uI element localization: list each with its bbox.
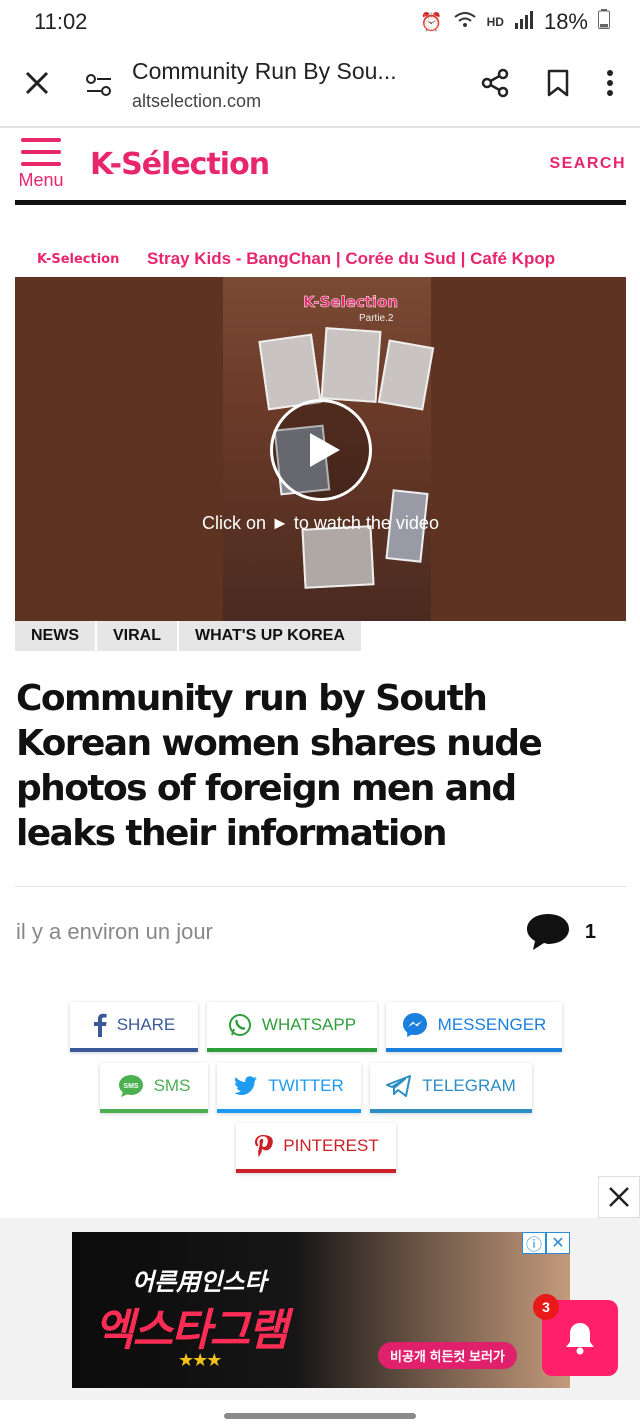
share-telegram-button[interactable]: TELEGRAM	[370, 1063, 532, 1113]
video-heading[interactable]: Stray Kids - BangChan | Corée du Sud | C…	[147, 249, 555, 269]
toolbar-actions	[480, 68, 640, 103]
page-info[interactable]: Community Run By Sou... altselection.com	[124, 58, 480, 112]
sms-icon: SMS	[118, 1075, 143, 1097]
ad-brand: 엑스타그램	[94, 1305, 288, 1356]
status-bar: 11:02 ⏰ HD 18%	[0, 0, 640, 44]
share-facebook-button[interactable]: SHARE	[70, 1002, 198, 1052]
ad-cta: 비공개 히든컷 보러가	[378, 1342, 517, 1369]
ad-close-button[interactable]	[598, 1176, 640, 1218]
share-messenger-button[interactable]: MESSENGER	[386, 1002, 562, 1052]
video-hint: Click on ► to watch the video	[202, 513, 439, 533]
menu-label: Menu	[18, 169, 64, 190]
share-pinterest-label: PINTEREST	[283, 1136, 379, 1155]
category-tag[interactable]: NEWS	[15, 621, 97, 651]
pinterest-icon	[255, 1135, 274, 1157]
hamburger-icon	[21, 137, 61, 166]
share-twitter-button[interactable]: TWITTER	[217, 1063, 361, 1113]
bookmark-icon	[547, 69, 569, 96]
hd-voice-icon: HD	[486, 15, 504, 29]
whatsapp-icon	[228, 1014, 251, 1036]
comment-count: 1	[584, 920, 596, 943]
video-overlay-sub: Partie.2	[359, 313, 394, 324]
status-time: 11:02	[34, 9, 88, 34]
ad-headline: 어른用인스타	[132, 1268, 267, 1296]
category-tags: NEWS VIRAL WHAT'S UP KOREA	[15, 621, 361, 651]
wifi-icon	[453, 10, 477, 35]
close-tab-button[interactable]	[0, 66, 74, 105]
article-meta: il y a environ un jour 1	[16, 912, 596, 952]
share-telegram-label: TELEGRAM	[422, 1076, 516, 1095]
ad-info-icon[interactable]: ⓘ	[522, 1232, 546, 1254]
share-twitter-label: TWITTER	[268, 1076, 344, 1095]
share-messenger-label: MESSENGER	[437, 1015, 547, 1034]
more-options-button[interactable]	[606, 69, 614, 102]
bell-icon	[566, 1323, 594, 1355]
alarm-icon: ⏰	[420, 11, 443, 32]
bookmark-button[interactable]	[546, 69, 570, 102]
video-photo	[320, 327, 382, 403]
video-player[interactable]: K-Selection Partie.2 Click on ► to watch…	[15, 277, 626, 621]
category-tag[interactable]: VIRAL	[97, 621, 179, 651]
search-button[interactable]: SEARCH	[549, 155, 626, 173]
page-title: Community Run By Sou...	[132, 58, 397, 84]
comment-icon	[526, 914, 569, 950]
facebook-icon	[93, 1013, 107, 1037]
share-whatsapp-label: WHATSAPP	[261, 1015, 357, 1034]
custom-tab-toolbar: Community Run By Sou... altselection.com	[0, 44, 640, 128]
twitter-icon	[234, 1076, 258, 1095]
svg-text:SMS: SMS	[123, 1083, 139, 1090]
messenger-icon	[402, 1013, 427, 1037]
page: 11:02 ⏰ HD 18% Community Run By Sou... a…	[0, 0, 640, 1428]
article-date: il y a environ un jour	[16, 919, 213, 944]
signal-icon	[514, 10, 534, 34]
page-url: altselection.com	[132, 91, 262, 111]
comments-link[interactable]: 1	[525, 912, 596, 952]
share-whatsapp-button[interactable]: WHATSAPP	[207, 1002, 377, 1052]
video-photo	[377, 339, 435, 411]
ad-banner[interactable]: 어른用인스타 엑스타그램 ★★★ 비공개 히든컷 보러가 ⓘ ✕	[72, 1232, 570, 1388]
battery-icon	[598, 9, 610, 35]
tune-icon	[86, 74, 111, 96]
header-strip	[15, 200, 626, 205]
notification-badge: 3	[533, 1294, 559, 1320]
category-tag[interactable]: WHAT'S UP KOREA	[179, 621, 361, 651]
close-icon	[609, 1187, 629, 1207]
site-header: Menu K-Sélection SEARCH	[0, 128, 640, 200]
share-facebook-label: SHARE	[116, 1015, 176, 1034]
ad-close-icon[interactable]: ✕	[546, 1232, 570, 1254]
share-page-button[interactable]	[480, 68, 510, 103]
share-sms-label: SMS	[153, 1076, 191, 1095]
share-pinterest-button[interactable]: PINTEREST	[236, 1123, 396, 1173]
gesture-bar[interactable]	[224, 1413, 416, 1419]
play-icon	[310, 433, 340, 467]
video-brand: K-Selection	[37, 251, 120, 267]
article-title: Community run by South Korean women shar…	[16, 678, 543, 854]
ad-choices[interactable]: ⓘ ✕	[522, 1232, 570, 1254]
menu-button[interactable]: Menu	[0, 128, 82, 200]
share-sms-button[interactable]: SMS SMS	[100, 1063, 208, 1113]
telegram-icon	[386, 1075, 412, 1097]
ad-stars: ★★★	[178, 1350, 222, 1370]
site-logo[interactable]: K-Sélection	[90, 147, 270, 182]
play-button[interactable]	[270, 399, 372, 501]
battery-percent: 18%	[543, 9, 588, 34]
video-header: K-Selection Stray Kids - BangChan | Coré…	[15, 242, 626, 276]
more-vert-icon	[607, 69, 613, 96]
video-photo	[301, 525, 375, 589]
status-icons: ⏰ HD 18%	[420, 9, 610, 35]
share-icon	[481, 68, 509, 97]
close-icon	[25, 71, 49, 94]
divider	[15, 886, 626, 887]
video-overlay-logo: K-Selection	[303, 293, 399, 312]
site-settings-button[interactable]	[74, 74, 124, 96]
